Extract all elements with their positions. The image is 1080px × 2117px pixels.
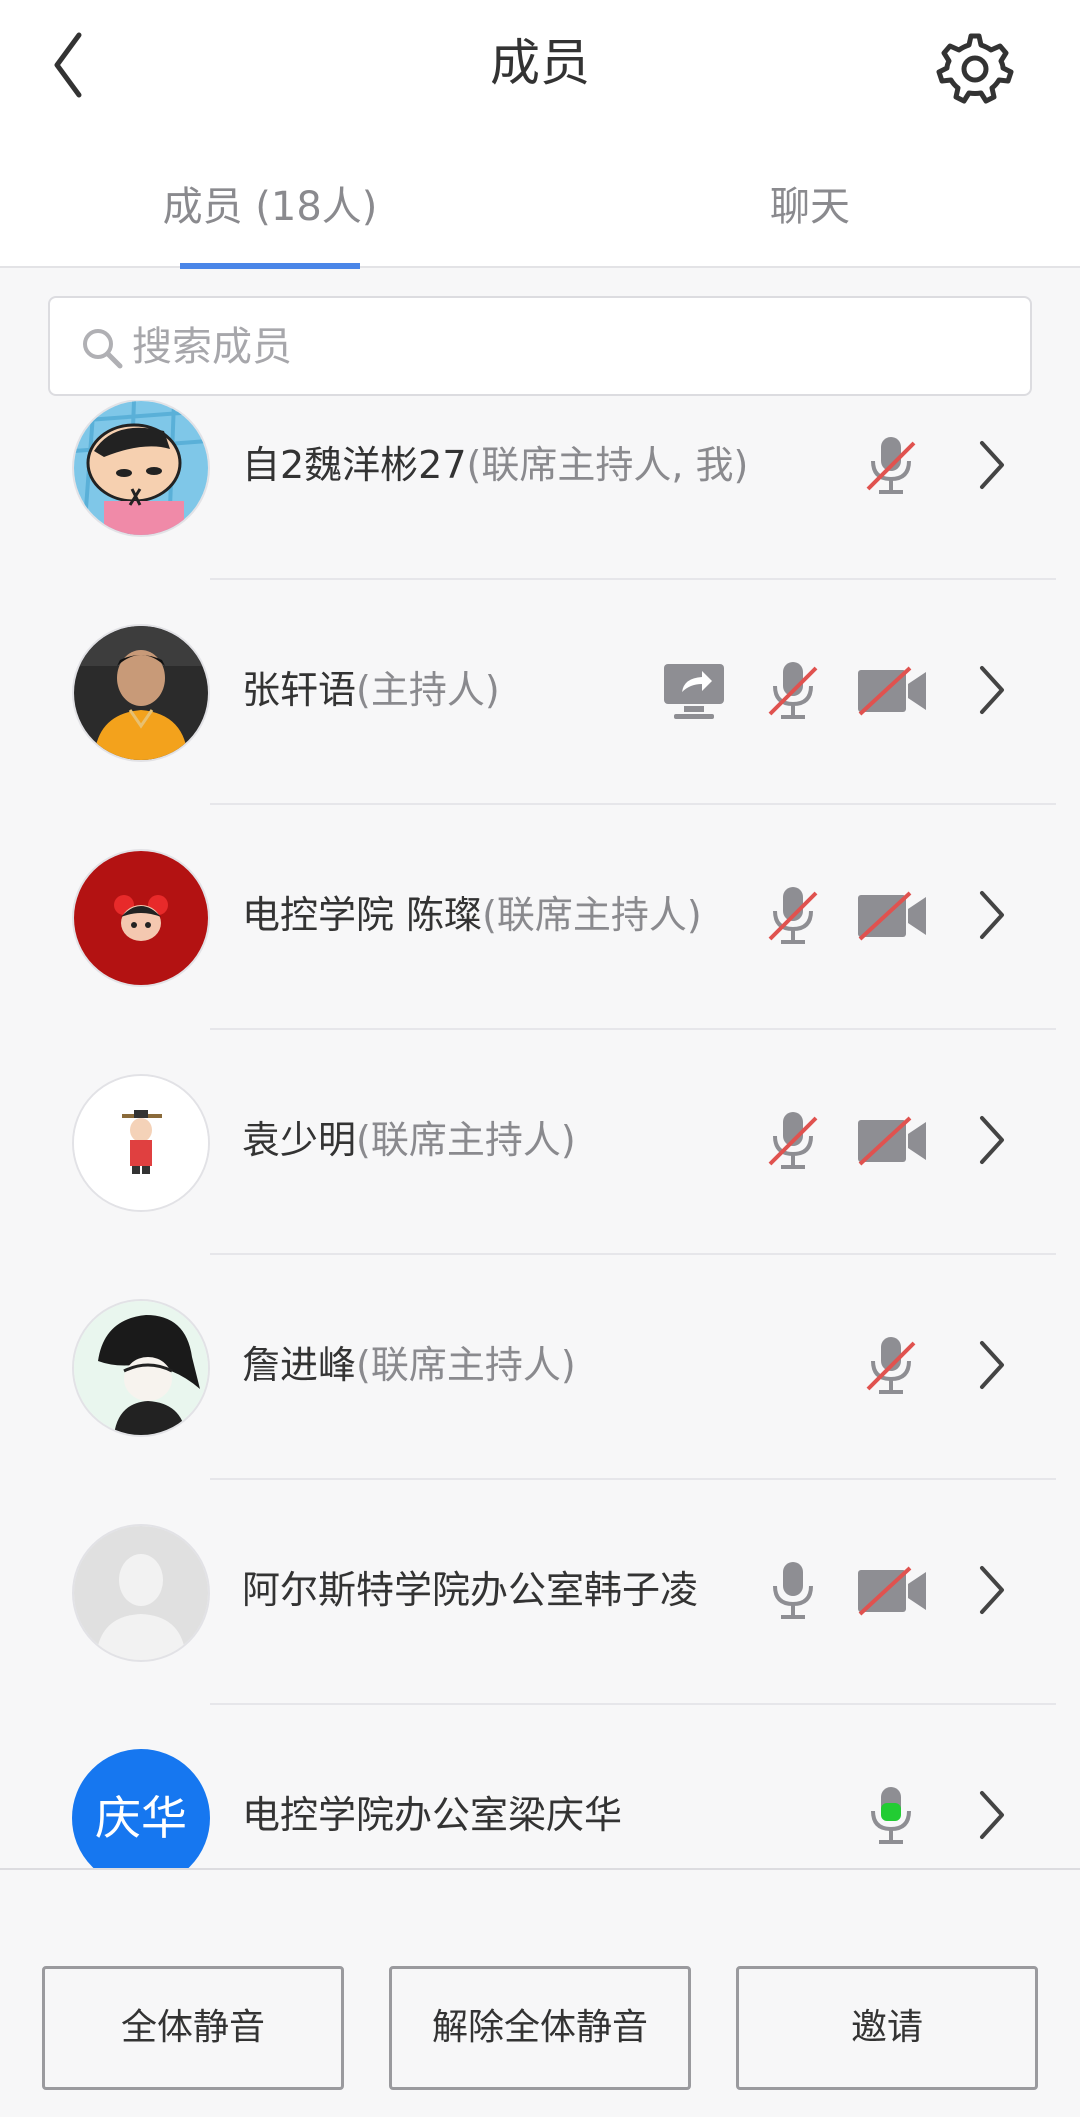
list-item[interactable]: 袁少明(联席主持人) — [0, 1030, 1080, 1255]
list-item[interactable]: 自2魏洋彬27(联席主持人, 我) — [0, 400, 1080, 580]
member-role: (联席主持人) — [482, 893, 702, 937]
microphone-speaking-icon[interactable] — [862, 1785, 920, 1847]
member-list[interactable]: 自2魏洋彬27(联席主持人, 我) 张轩语(主持人) 电控学院 陈璨(联席主持人… — [0, 400, 1080, 1868]
chevron-right-icon[interactable] — [972, 662, 1012, 718]
member-role: (联席主持人, 我) — [466, 443, 749, 487]
camera-off-icon[interactable] — [856, 1566, 928, 1616]
member-name-line: 自2魏洋彬27(联席主持人, 我) — [242, 439, 748, 491]
chevron-right-icon[interactable] — [972, 437, 1012, 493]
avatar — [72, 1299, 210, 1437]
active-tab-indicator — [180, 263, 360, 269]
avatar — [72, 1074, 210, 1212]
camera-off-icon[interactable] — [856, 666, 928, 716]
member-name-line: 袁少明(联席主持人) — [242, 1114, 576, 1166]
gear-icon[interactable] — [935, 28, 1015, 108]
microphone-muted-icon[interactable] — [764, 885, 822, 947]
member-name: 袁少明 — [242, 1118, 357, 1162]
microphone-muted-icon[interactable] — [764, 1110, 822, 1172]
member-name: 电控学院 陈璨 — [242, 893, 483, 937]
chevron-right-icon[interactable] — [972, 1337, 1012, 1393]
list-item[interactable]: 庆华 电控学院办公室梁庆华 — [0, 1705, 1080, 1868]
member-name-line: 电控学院办公室梁庆华 — [242, 1789, 622, 1841]
member-name-line: 张轩语(主持人) — [242, 664, 500, 716]
member-name-line: 詹进峰(联席主持人) — [242, 1339, 576, 1391]
member-name: 自2魏洋彬27 — [242, 443, 467, 487]
invite-button[interactable]: 邀请 — [736, 1966, 1038, 2090]
chevron-right-icon[interactable] — [972, 1562, 1012, 1618]
bottom-action-bar: 全体静音 解除全体静音 邀请 — [0, 1868, 1080, 2117]
default-avatar-image — [74, 1526, 208, 1660]
photo-avatar-image — [74, 626, 208, 760]
list-item[interactable]: 詹进峰(联席主持人) — [0, 1255, 1080, 1480]
tab-chat[interactable]: 聊天 — [700, 180, 920, 234]
microphone-muted-icon[interactable] — [862, 435, 920, 497]
figure-avatar-image — [74, 1076, 208, 1210]
chevron-right-icon[interactable] — [972, 1787, 1012, 1843]
avatar — [72, 400, 210, 537]
member-name-line: 阿尔斯特学院办公室韩子凌 — [242, 1564, 698, 1616]
list-item[interactable]: 张轩语(主持人) — [0, 580, 1080, 805]
chevron-right-icon[interactable] — [972, 1112, 1012, 1168]
unmute-all-button[interactable]: 解除全体静音 — [389, 1966, 691, 2090]
microphone-muted-icon[interactable] — [862, 1335, 920, 1397]
top-bar: 成员 成员 (18人) 聊天 — [0, 0, 1080, 269]
screen-share-icon[interactable] — [662, 660, 726, 724]
microphone-muted-icon[interactable] — [764, 660, 822, 722]
list-item[interactable]: 电控学院 陈璨(联席主持人) — [0, 805, 1080, 1030]
search-icon — [83, 329, 123, 369]
member-role: (主持人) — [356, 668, 500, 712]
list-item[interactable]: 阿尔斯特学院办公室韩子凌 — [0, 1480, 1080, 1705]
search-input[interactable] — [132, 312, 992, 382]
sketch-avatar-image — [74, 1301, 208, 1435]
member-name: 詹进峰 — [242, 1343, 357, 1387]
cartoon-avatar-image — [74, 401, 208, 535]
avatar: 庆华 — [72, 1749, 210, 1868]
mute-all-button[interactable]: 全体静音 — [42, 1966, 344, 2090]
camera-off-icon[interactable] — [856, 891, 928, 941]
member-name: 阿尔斯特学院办公室韩子凌 — [242, 1568, 699, 1612]
member-name: 张轩语 — [242, 668, 357, 712]
page-title: 成员 — [490, 34, 590, 92]
member-name-line: 电控学院 陈璨(联席主持人) — [242, 889, 702, 941]
microphone-icon[interactable] — [764, 1560, 822, 1622]
avatar-initials: 庆华 — [95, 1791, 187, 1845]
member-name: 电控学院办公室梁庆华 — [242, 1793, 623, 1837]
red-cartoon-avatar-image — [74, 851, 208, 985]
camera-off-icon[interactable] — [856, 1116, 928, 1166]
member-role: (联席主持人) — [356, 1118, 576, 1162]
avatar — [72, 849, 210, 987]
avatar — [72, 1524, 210, 1662]
chevron-right-icon[interactable] — [972, 887, 1012, 943]
member-role: (联席主持人) — [356, 1343, 576, 1387]
tab-members[interactable]: 成员 (18人) — [130, 180, 410, 234]
avatar — [72, 624, 210, 762]
search-box[interactable] — [48, 296, 1032, 396]
